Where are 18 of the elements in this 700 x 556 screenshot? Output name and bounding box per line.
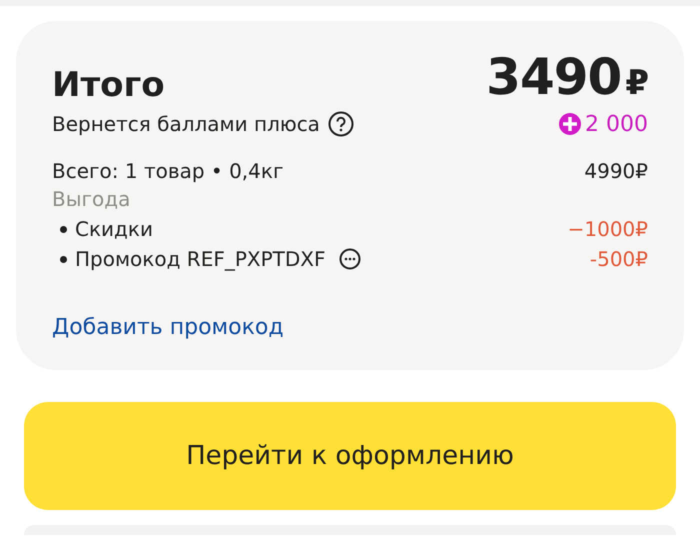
benefit-label: Выгода: [52, 187, 132, 211]
total-price: 3490₽: [486, 52, 648, 102]
bullet-icon: [60, 256, 67, 262]
benefit-item: Промокод REF_PXPTDXF: [75, 247, 326, 271]
items-summary: Всего: 1 товар • 0,4кг: [52, 159, 284, 183]
benefit-item: Скидки: [75, 217, 153, 241]
plus-points: 2 000: [585, 112, 648, 136]
discount-amount: −1000₽: [568, 217, 648, 241]
plus-points-icon: [559, 113, 582, 135]
bullet-icon: [60, 226, 67, 232]
discount-amount: -500₽: [590, 247, 648, 271]
summary-title: Итого: [52, 65, 165, 105]
cashback-label: Вернется баллами плюса: [52, 112, 320, 136]
help-icon[interactable]: [328, 111, 354, 137]
checkout-button[interactable]: Перейти к оформлению: [24, 402, 676, 510]
items-price: 4990₽: [584, 159, 648, 183]
add-promo-link[interactable]: Добавить промокод: [52, 315, 284, 340]
more-icon[interactable]: [339, 248, 362, 270]
